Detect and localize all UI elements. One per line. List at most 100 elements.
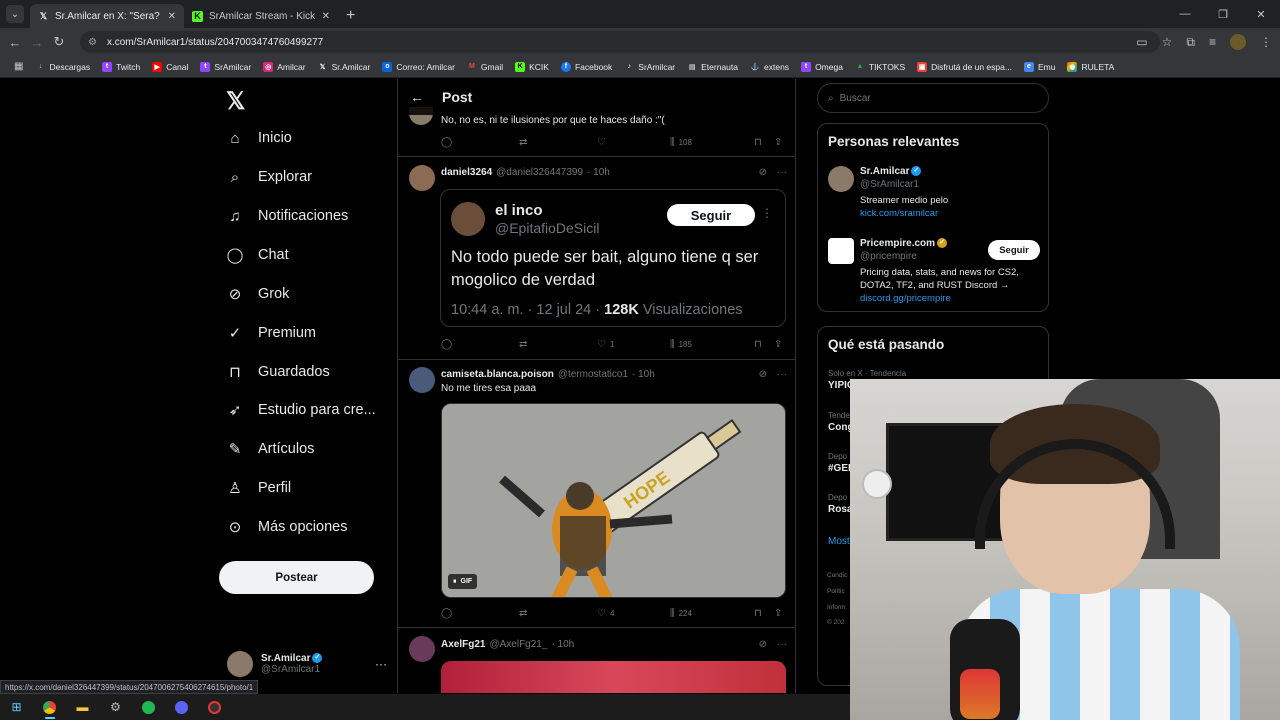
bookmark-button[interactable]: ⊓ [754,137,774,148]
bookmark-gmail[interactable]: M Gmail [461,62,509,72]
show-more-link[interactable]: Most [828,536,850,547]
search-input[interactable]: ⌕ Buscar [817,83,1049,113]
bookmark-sr-amilcar[interactable]: 𝕏 Sr.Amilcar [312,62,377,72]
reply-button[interactable]: ◯ [441,339,519,350]
post-time[interactable]: · 10h [587,167,610,178]
nav-item-inicio[interactable]: ⌂ Inicio [226,124,291,152]
avatar[interactable] [828,166,854,192]
bookmark-button[interactable]: ⊓ [754,608,774,619]
repost-button[interactable]: ⇄ [519,608,597,619]
like-button[interactable]: ♡ 4 [597,608,670,619]
extensions-icon[interactable]: ⧉ [1186,35,1195,50]
author-name[interactable]: AxelFg21 [441,639,485,650]
back-arrow-icon[interactable]: ← [4,35,26,50]
gif-media[interactable]: HOPE ⏸ GIF [441,403,786,598]
pricempire-logo-icon[interactable] [828,238,854,264]
post-button[interactable]: Postear [219,561,374,594]
nav-item-grok[interactable]: ⊘ Grok [226,280,290,308]
author-name[interactable]: camiseta.blanca.poison [441,369,554,380]
bookmark-eternauta[interactable]: ▤ Eternauta [681,62,744,72]
trend-item[interactable]: Depo #GEI [828,452,851,474]
trend-item[interactable]: Depo Rosa [828,493,852,515]
apps-grid-icon[interactable]: ▦ [8,61,29,72]
windows-start-icon[interactable]: ⊞ [0,694,33,720]
avatar[interactable] [409,165,435,191]
person-handle[interactable]: @SrAmilcar1 [860,179,919,190]
follow-button[interactable]: Seguir [988,240,1040,260]
obs-icon[interactable] [198,694,231,720]
close-window-icon[interactable]: ✕ [1242,0,1280,28]
more-dots-icon[interactable]: ··· [777,369,787,380]
post-time[interactable]: · 10h [632,369,655,380]
browser-tab-kick[interactable]: K SrAmilcar Stream - Kick Dashbo ✕ [184,4,338,28]
footer-link[interactable]: Polític [827,588,845,595]
views-button[interactable]: ⫼ 224 [670,608,754,619]
bookmark-emu[interactable]: e Emu [1018,61,1061,72]
avatar[interactable] [409,636,435,662]
restore-icon[interactable]: ❐ [1204,0,1242,28]
reply-button[interactable]: ◯ [441,608,519,619]
tab-search-button[interactable]: ⌄ [6,5,24,23]
profile-avatar-icon[interactable] [1230,34,1246,50]
author-name[interactable]: daniel3264 [441,167,492,178]
embedded-post[interactable]: el inco @EpitafioDeSicil Seguir ⋮ No tod… [440,189,786,327]
back-arrow-icon[interactable]: ← [410,89,424,105]
footer-link[interactable]: Inform [827,604,845,611]
discord-icon[interactable] [165,694,198,720]
views-button[interactable]: ⫼ 185 [670,339,754,350]
bookmark-tiktoks[interactable]: ▲ TIKTOKS [849,62,911,72]
bookmark-extens[interactable]: ⚓ extens [744,62,795,72]
minimize-icon[interactable]: — [1166,0,1204,28]
nav-item-perfil[interactable]: ♙ Perfil [226,474,291,502]
bookmark-ruleta[interactable]: ◉ RULETA [1061,61,1120,72]
avatar[interactable] [409,367,435,393]
reload-icon[interactable]: ↻ [48,34,70,50]
author-handle[interactable]: @daniel326447399 [496,167,583,178]
bookmark-sramilcar[interactable]: t SrAmilcar [194,61,257,72]
like-button[interactable]: ♡ 1 [597,339,670,350]
bookmark-amilcar[interactable]: ◎ Amilcar [257,61,311,72]
follow-button[interactable]: Seguir [667,204,755,226]
nav-item-estudio[interactable]: ➶ Estudio para cre... [226,396,376,424]
bookmark-descargas[interactable]: ↓ Descargas [29,62,96,72]
person-handle[interactable]: @pricempire [860,251,917,262]
reply-media[interactable] [441,661,786,693]
chrome-taskbar-icon[interactable] [33,694,66,720]
file-explorer-icon[interactable]: ▬ [66,694,99,720]
person-name[interactable]: Sr.Amilcar [860,166,909,177]
more-dots-icon[interactable]: ··· [777,167,787,178]
gif-badge[interactable]: ⏸ GIF [448,574,478,589]
nav-item-notificaciones[interactable]: ♫ Notificaciones [226,202,348,230]
media-icon[interactable]: ≡ [1209,35,1216,49]
author-handle[interactable]: @termostatico1 [558,369,628,380]
repost-button[interactable]: ⇄ [519,339,597,350]
x-logo-icon[interactable]: 𝕏 [226,87,258,119]
bookmark-tiktok[interactable]: ♪ SrAmilcar [618,62,681,72]
account-switcher[interactable]: Sr.Amilcar ✓ @SrAmilcar1 ··· [227,649,387,679]
more-dots-icon[interactable]: ··· [777,639,787,650]
bookmark-twitch[interactable]: t Twitch [96,61,146,72]
site-info-icon[interactable]: ⚙ [88,37,97,48]
bookmark-correo[interactable]: o Correo: Amilcar [376,61,461,72]
nav-item-chat[interactable]: ◯ Chat [226,241,289,269]
close-tab-icon[interactable]: ✕ [322,11,330,22]
forward-arrow-icon[interactable]: → [26,35,48,50]
share-button[interactable]: ⇪ [774,339,782,350]
address-bar[interactable]: ⚙ x.com/SrAmilcar1/status/20470034747604… [80,31,1160,53]
person-name-row[interactable]: Pricempire.com ✓ [860,238,948,249]
relevant-person[interactable]: Pricempire.com ✓ @pricempire Pricing data… [828,238,1040,308]
star-icon[interactable]: ☆ [1162,35,1173,49]
menu-kebab-icon[interactable]: ⋮ [1260,35,1272,49]
post-time[interactable]: · 10h [551,639,574,650]
relevant-person[interactable]: Sr.Amilcar ✓ @SrAmilcar1 Streamer medio p… [828,166,1040,226]
bookmark-omega[interactable]: t Omega [795,61,849,72]
person-name-row[interactable]: Sr.Amilcar ✓ [860,166,922,177]
nav-item-articulos[interactable]: ✎ Artículos [226,435,315,463]
like-button[interactable]: ♡ [597,137,670,148]
bookmark-button[interactable]: ⊓ [754,339,774,350]
spotify-icon[interactable] [132,694,165,720]
repost-button[interactable]: ⇄ [519,137,597,148]
more-dots-icon[interactable]: ⋮ [761,206,773,220]
bookmark-facebook[interactable]: f Facebook [555,61,618,72]
nav-item-guardados[interactable]: ⊓ Guardados [226,358,330,386]
